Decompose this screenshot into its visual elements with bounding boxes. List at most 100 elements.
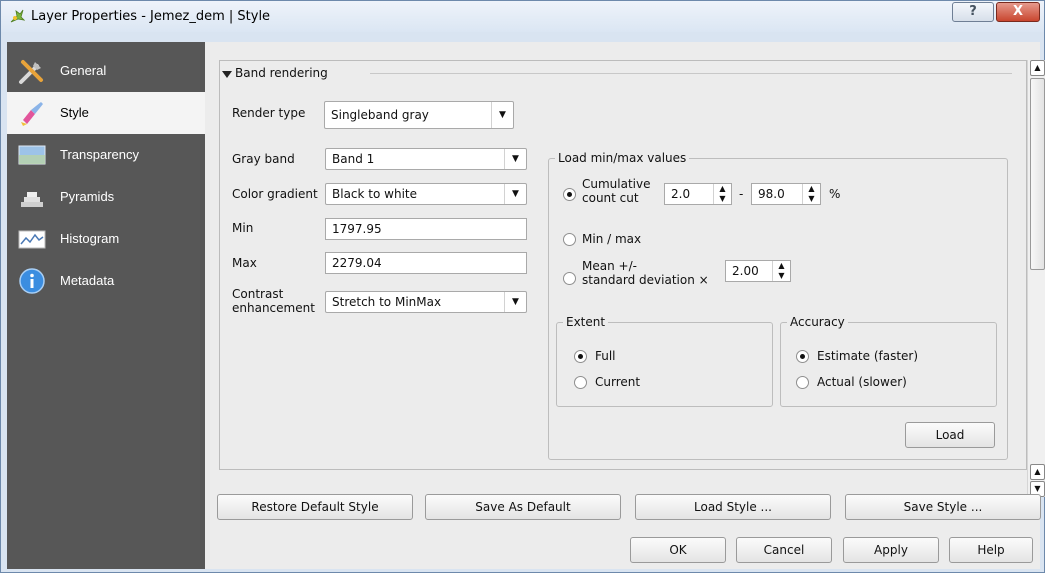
color-gradient-select[interactable]: Black to white ▼ bbox=[325, 183, 527, 205]
stddev-spinbox[interactable]: 2.00 ▲ ▼ bbox=[725, 260, 791, 282]
dialog-window: Layer Properties - Jemez_dem | Style ? X… bbox=[0, 0, 1045, 573]
chevron-down-icon: ▼ bbox=[504, 292, 526, 312]
max-label: Max bbox=[232, 256, 257, 270]
chevron-down-icon: ▼ bbox=[491, 102, 513, 128]
max-input[interactable]: 2279.04 bbox=[325, 252, 527, 274]
accuracy-title: Accuracy bbox=[787, 315, 848, 329]
spin-up-icon: ▲ bbox=[719, 184, 726, 193]
extent-group: Extent Full Current bbox=[556, 315, 773, 407]
render-type-value: Singleband gray bbox=[331, 108, 429, 122]
mean-label-line1: Mean +/- bbox=[582, 259, 637, 273]
range-dash: - bbox=[739, 187, 744, 201]
contrast-label-line2: enhancement bbox=[232, 301, 315, 315]
pyramids-icon bbox=[21, 192, 43, 207]
tools-icon bbox=[19, 60, 43, 84]
minmax-radio[interactable] bbox=[563, 233, 576, 246]
apply-button[interactable]: Apply bbox=[843, 537, 939, 563]
client-area: General Style Transparency Pyramids Hist… bbox=[7, 42, 1045, 569]
scroll-up-icon[interactable]: ▲ bbox=[1030, 60, 1045, 76]
help-title-button[interactable]: ? bbox=[952, 2, 994, 22]
spin-down-icon: ▼ bbox=[778, 271, 785, 280]
scroll-thumb[interactable] bbox=[1030, 78, 1045, 270]
min-input[interactable]: 1797.95 bbox=[325, 218, 527, 240]
sidebar-item-pyramids[interactable]: Pyramids bbox=[7, 176, 205, 218]
cumulative-low-spinbox[interactable]: 2.0 ▲ ▼ bbox=[664, 183, 732, 205]
close-icon: X bbox=[1012, 4, 1024, 19]
sidebar-item-metadata[interactable]: Metadata bbox=[7, 260, 205, 302]
min-label: Min bbox=[232, 221, 254, 235]
extent-full-radio[interactable] bbox=[574, 350, 587, 363]
sidebar-item-label: Transparency bbox=[60, 147, 139, 162]
cumulative-label-line2: count cut bbox=[582, 191, 639, 205]
gray-band-label: Gray band bbox=[232, 152, 295, 166]
close-button[interactable]: X bbox=[996, 2, 1040, 22]
window-title: Layer Properties - Jemez_dem | Style bbox=[31, 9, 271, 24]
save-style-button[interactable]: Save Style ... bbox=[845, 494, 1041, 520]
band-rendering-panel: Band rendering Render type Singleband gr… bbox=[219, 60, 1027, 470]
spin-up-icon: ▲ bbox=[778, 261, 785, 270]
cancel-button[interactable]: Cancel bbox=[736, 537, 832, 563]
paint-brush-icon bbox=[21, 102, 43, 126]
contrast-enhancement-select[interactable]: Stretch to MinMax ▼ bbox=[325, 291, 527, 313]
sidebar-item-label: Style bbox=[60, 105, 89, 120]
cumulative-low-value: 2.0 bbox=[671, 187, 691, 201]
sidebar: General Style Transparency Pyramids Hist… bbox=[7, 42, 205, 569]
spin-up-icon: ▲ bbox=[808, 184, 815, 193]
contrast-enhancement-value: Stretch to MinMax bbox=[332, 295, 442, 309]
load-button[interactable]: Load bbox=[905, 422, 995, 448]
band-rendering-group: Band rendering Render type Singleband gr… bbox=[220, 61, 1026, 469]
accuracy-group: Accuracy Estimate (faster) Actual (slowe… bbox=[780, 315, 997, 407]
accuracy-actual-label: Actual (slower) bbox=[817, 375, 907, 389]
sidebar-item-style[interactable]: Style bbox=[7, 92, 205, 134]
cumulative-high-spinbox[interactable]: 98.0 ▲ ▼ bbox=[751, 183, 821, 205]
band-rendering-title: Band rendering bbox=[235, 66, 328, 80]
histogram-icon bbox=[18, 230, 46, 249]
question-icon: ? bbox=[969, 4, 977, 19]
spin-buttons[interactable]: ▲ ▼ bbox=[802, 184, 820, 204]
color-gradient-label: Color gradient bbox=[232, 187, 318, 201]
restore-default-style-button[interactable]: Restore Default Style bbox=[217, 494, 413, 520]
sidebar-item-general[interactable]: General bbox=[7, 50, 205, 92]
load-style-button[interactable]: Load Style ... bbox=[635, 494, 831, 520]
info-icon bbox=[19, 268, 45, 294]
accuracy-actual-radio[interactable] bbox=[796, 376, 809, 389]
title-bar: Layer Properties - Jemez_dem | Style ? X bbox=[1, 1, 1044, 32]
gray-band-value: Band 1 bbox=[332, 152, 375, 166]
gray-band-select[interactable]: Band 1 ▼ bbox=[325, 148, 527, 170]
sidebar-item-label: Histogram bbox=[60, 231, 120, 246]
scroll-up-icon[interactable]: ▲ bbox=[1030, 464, 1045, 480]
color-gradient-value: Black to white bbox=[332, 187, 417, 201]
transparency-icon bbox=[18, 145, 46, 165]
mean-stddev-radio[interactable] bbox=[563, 272, 576, 285]
help-button[interactable]: Help bbox=[949, 537, 1033, 563]
extent-current-radio[interactable] bbox=[574, 376, 587, 389]
cumulative-radio[interactable] bbox=[563, 188, 576, 201]
qgis-logo-icon bbox=[10, 9, 25, 23]
load-minmax-title: Load min/max values bbox=[555, 151, 690, 165]
stddev-value: 2.00 bbox=[732, 264, 759, 278]
accuracy-estimate-radio[interactable] bbox=[796, 350, 809, 363]
render-type-select[interactable]: Singleband gray ▼ bbox=[324, 101, 514, 129]
collapse-triangle-icon[interactable] bbox=[222, 71, 232, 79]
contrast-label-line1: Contrast bbox=[232, 287, 284, 301]
group-divider bbox=[370, 73, 1012, 74]
extent-current-label: Current bbox=[595, 375, 641, 389]
render-type-label: Render type bbox=[232, 106, 306, 120]
sidebar-item-label: General bbox=[60, 63, 107, 78]
minmax-label: Min / max bbox=[582, 232, 642, 246]
chevron-down-icon: ▼ bbox=[504, 184, 526, 204]
spin-buttons[interactable]: ▲ ▼ bbox=[713, 184, 731, 204]
sidebar-item-transparency[interactable]: Transparency bbox=[7, 134, 205, 176]
vertical-scrollbar[interactable]: ▲ ▲ ▼ bbox=[1027, 60, 1045, 497]
sidebar-item-label: Pyramids bbox=[60, 189, 115, 204]
spin-buttons[interactable]: ▲ ▼ bbox=[772, 261, 790, 281]
sidebar-item-histogram[interactable]: Histogram bbox=[7, 218, 205, 260]
load-minmax-group: Load min/max values Cumulative count cut… bbox=[548, 151, 1008, 460]
save-as-default-button[interactable]: Save As Default bbox=[425, 494, 621, 520]
spin-down-icon: ▼ bbox=[719, 194, 726, 203]
ok-button[interactable]: OK bbox=[630, 537, 726, 563]
extent-full-label: Full bbox=[595, 349, 616, 363]
cumulative-high-value: 98.0 bbox=[758, 187, 785, 201]
chevron-down-icon: ▼ bbox=[504, 149, 526, 169]
spin-down-icon: ▼ bbox=[808, 194, 815, 203]
